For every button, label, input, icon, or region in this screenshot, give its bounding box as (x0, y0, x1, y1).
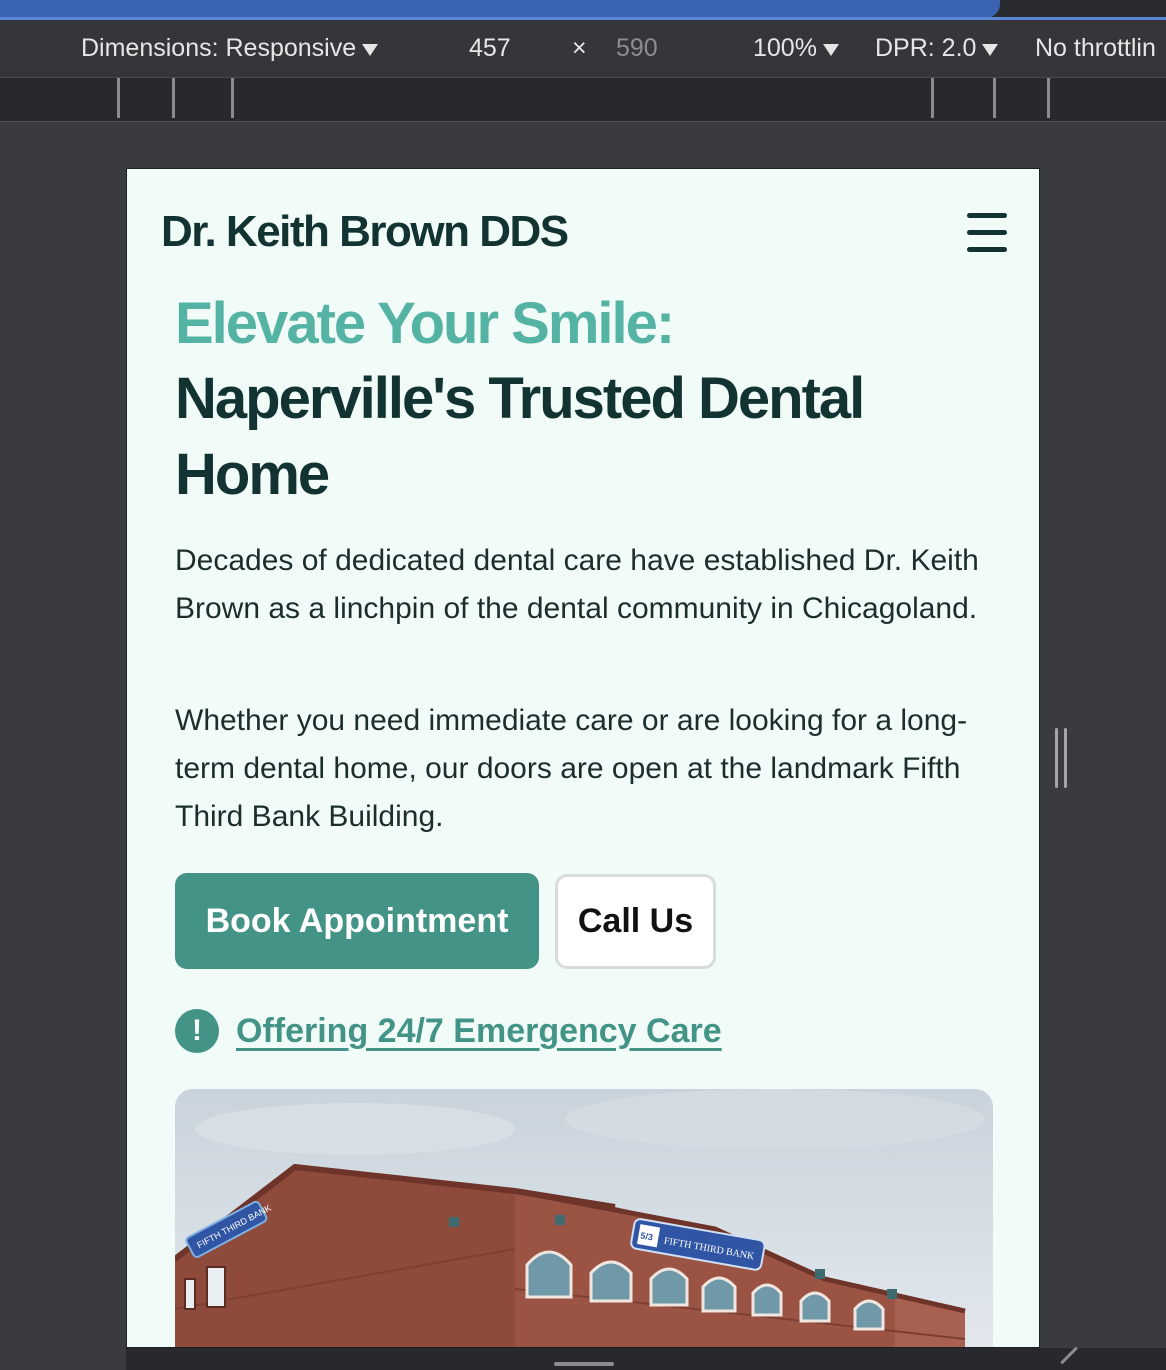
dpr-dropdown[interactable]: DPR: 2.0 (875, 34, 999, 63)
resize-handle-right[interactable] (1054, 728, 1070, 788)
resize-grip[interactable] (554, 1362, 614, 1366)
site-header: Dr. Keith Brown DDS (127, 169, 1039, 285)
viewport-bottom-resize-bar[interactable] (126, 1346, 1166, 1370)
book-appointment-button[interactable]: Book Appointment (175, 873, 539, 969)
hamburger-menu-icon[interactable] (965, 213, 1009, 253)
dropdown-arrow-icon (362, 43, 379, 56)
ruler-tick (931, 78, 934, 118)
second-paragraph: Whether you need immediate care or are l… (175, 704, 968, 833)
intro-paragraph: Decades of dedicated dental care have es… (175, 544, 979, 625)
ruler-tick (231, 78, 234, 118)
dimensions-label: Dimensions: Responsive (81, 34, 357, 62)
zoom-label: 100% (753, 34, 817, 62)
corner-resize-icon[interactable] (1060, 1346, 1078, 1365)
throttling-dropdown[interactable]: No throttlin (1035, 34, 1156, 63)
emulated-viewport: Dr. Keith Brown DDS Elevate Your Smile: … (126, 168, 1040, 1348)
ruler-tick (172, 78, 175, 118)
ruler-tick (993, 78, 996, 118)
site-brand[interactable]: Dr. Keith Brown DDS (161, 207, 569, 257)
headline-line-1: Naperville's Trusted Dental (175, 366, 865, 431)
headline-line-2: Home (175, 442, 330, 507)
active-tab-highlight (0, 0, 1000, 18)
call-us-button[interactable]: Call Us (555, 874, 716, 969)
headline-accent: Elevate Your Smile: (175, 291, 675, 356)
dropdown-arrow-icon (982, 43, 999, 56)
hero-heading: Elevate Your Smile: Naperville's Trusted… (175, 287, 995, 513)
building-photo: FIFTH THIRD BANK 5/3 FIFTH THIRD BANK (175, 1089, 993, 1347)
emergency-care-link[interactable]: Offering 24/7 Emergency Care (236, 1012, 722, 1051)
dpr-label: DPR: 2.0 (875, 34, 977, 62)
alert-icon: ! (175, 1009, 219, 1053)
dimensions-dropdown[interactable]: Dimensions: Responsive (81, 34, 379, 63)
times-icon: × (572, 34, 587, 62)
ruler-tick (117, 78, 120, 118)
media-query-ruler[interactable] (0, 78, 1166, 122)
dropdown-arrow-icon (822, 43, 839, 56)
emergency-care-notice: ! Offering 24/7 Emergency Care (175, 1007, 722, 1055)
bank-logo-mark: 5/3 (640, 1230, 654, 1242)
handle-bar (1055, 728, 1058, 788)
browser-tab-strip (0, 0, 1166, 20)
width-input[interactable]: 457 (469, 34, 511, 63)
fifth-third-bank-building-illustration: FIFTH THIRD BANK 5/3 FIFTH THIRD BANK (175, 1089, 985, 1347)
device-toolbar: Dimensions: Responsive 457 × 590 100% DP… (0, 20, 1166, 78)
handle-bar (1064, 728, 1067, 788)
height-input[interactable]: 590 (616, 34, 658, 63)
zoom-dropdown[interactable]: 100% (753, 34, 839, 63)
ruler-tick (1047, 78, 1050, 118)
